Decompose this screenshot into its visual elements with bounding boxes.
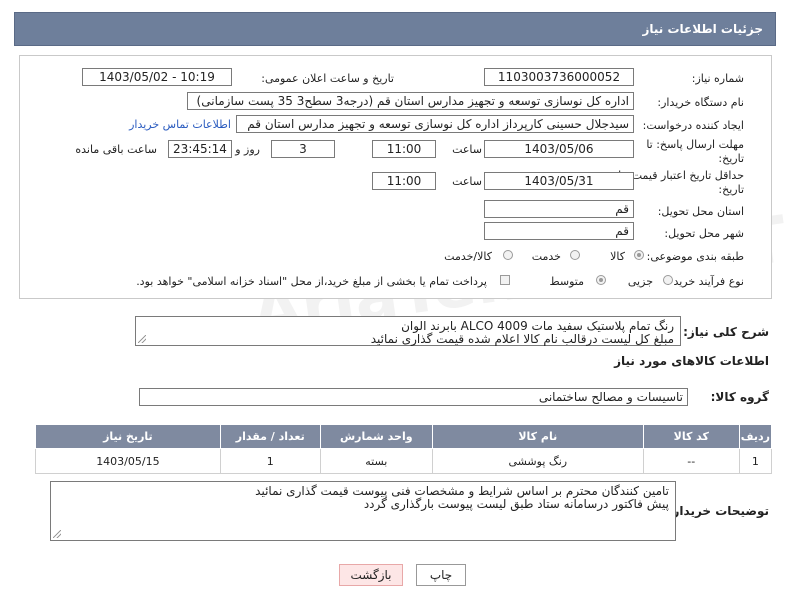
- col-need-date: تاریخ نیاز: [35, 424, 221, 449]
- back-button[interactable]: بازگشت: [339, 564, 403, 586]
- validity-date-field: 1403/05/31: [484, 172, 634, 190]
- category-service-label: خدمت: [531, 250, 561, 263]
- col-quantity: تعداد / مقدار: [219, 424, 321, 449]
- description-textarea: رنگ تمام پلاستیک سفید مات ALCO 4009 بابر…: [135, 316, 681, 346]
- description-label: شرح کلی نیاز:: [683, 325, 769, 339]
- price-validity-label: حداقل تاریخ اعتبار قیمت: تا: [618, 169, 744, 182]
- remaining-time-label: ساعت باقی مانده: [75, 143, 157, 156]
- treasury-payment-checkbox[interactable]: [500, 275, 510, 285]
- page-header: جزئیات اطلاعات نیاز: [14, 12, 776, 46]
- buyer-contact-link[interactable]: اطلاعات تماس خریدار: [129, 118, 231, 131]
- cell-name: رنگ پوششی: [431, 448, 644, 474]
- buyer-org-field: اداره کل نوسازی توسعه و تجهیز مدارس استا…: [187, 92, 634, 110]
- description-line-2: مبلغ کل لیست درقالب نام کالا اعلام شده ق…: [370, 332, 674, 346]
- cell-unit: بسته: [319, 448, 433, 474]
- goods-group-field: تاسیسات و مصالح ساختمانی: [139, 388, 688, 406]
- process-medium-radio[interactable]: [596, 275, 606, 285]
- process-minor-radio[interactable]: [663, 275, 673, 285]
- validity-time-label: ساعت: [452, 175, 482, 188]
- need-number-label: شماره نیاز:: [691, 72, 744, 85]
- province-field: قم: [484, 200, 634, 218]
- cell-quantity: 1: [219, 448, 321, 474]
- process-minor-label: جزیی: [627, 275, 653, 288]
- table-row: 1 -- رنگ پوششی بسته 1 1403/05/15: [35, 448, 773, 474]
- reply-time-label: ساعت: [452, 143, 482, 156]
- buyer-notes-line-2: پیش فاکتور درسامانه ستاد طبق لیست پیوست …: [363, 497, 669, 511]
- resize-grip-icon[interactable]: [138, 335, 146, 343]
- price-validity-label-date: تاریخ:: [718, 183, 744, 196]
- city-label: شهر محل تحویل:: [664, 227, 744, 240]
- process-type-label: نوع فرآیند خرید :: [666, 275, 744, 288]
- treasury-payment-note: پرداخت تمام یا بخشی از مبلغ خرید،از محل …: [136, 275, 487, 288]
- province-label: استان محل تحویل:: [657, 205, 744, 218]
- days-field: 3: [271, 140, 335, 158]
- page-title: جزئیات اطلاعات نیاز: [642, 22, 763, 36]
- print-button[interactable]: چاپ: [416, 564, 466, 586]
- process-medium-label: متوسط: [549, 275, 584, 288]
- goods-table-header: ردیف کد کالا نام کالا واحد شمارش تعداد /…: [35, 424, 773, 449]
- col-row: ردیف: [738, 424, 773, 449]
- cell-need-date: 1403/05/15: [35, 448, 221, 474]
- remaining-time-field: 23:45:14: [168, 140, 232, 158]
- reply-deadline-label-date: تاریخ:: [718, 152, 744, 165]
- goods-table: ردیف کد کالا نام کالا واحد شمارش تعداد /…: [35, 424, 773, 474]
- cell-row: 1: [738, 448, 773, 474]
- announce-datetime-label: تاریخ و ساعت اعلان عمومی:: [261, 72, 394, 85]
- col-name: نام کالا: [431, 424, 644, 449]
- category-goods-service-label: کالا/خدمت: [444, 250, 492, 263]
- category-goods-service-radio[interactable]: [503, 250, 513, 260]
- col-code: کد کالا: [642, 424, 740, 449]
- reply-date-field: 1403/05/06: [484, 140, 634, 158]
- need-number-field: 1103003736000052: [484, 68, 634, 86]
- category-goods-label: کالا: [610, 250, 625, 263]
- days-label: روز و: [235, 143, 260, 156]
- cell-code: --: [642, 448, 740, 474]
- category-goods-radio[interactable]: [634, 250, 644, 260]
- buyer-notes-textarea: تامین کنندگان محترم بر اساس شرایط و مشخص…: [50, 481, 676, 541]
- validity-time-field: 11:00: [372, 172, 436, 190]
- reply-time-field: 11:00: [372, 140, 436, 158]
- city-field: قم: [484, 222, 634, 240]
- goods-group-label: گروه کالا:: [710, 390, 769, 404]
- requester-field: سیدجلال حسینی کارپرداز اداره کل نوسازی ت…: [236, 115, 634, 133]
- requester-label: ایجاد کننده درخواست:: [642, 119, 744, 132]
- category-service-radio[interactable]: [570, 250, 580, 260]
- reply-deadline-label: مهلت ارسال پاسخ: تا: [646, 138, 744, 151]
- goods-section-title: اطلاعات کالاهای مورد نیاز: [614, 354, 769, 368]
- buyer-notes-label: توضیحات خریدار:: [667, 504, 769, 518]
- category-label: طبقه بندی موضوعی:: [646, 250, 744, 263]
- resize-grip-icon[interactable]: [53, 530, 61, 538]
- buyer-org-label: نام دستگاه خریدار:: [657, 96, 744, 109]
- col-unit: واحد شمارش: [319, 424, 433, 449]
- announce-datetime-field: 1403/05/02 - 10:19: [82, 68, 232, 86]
